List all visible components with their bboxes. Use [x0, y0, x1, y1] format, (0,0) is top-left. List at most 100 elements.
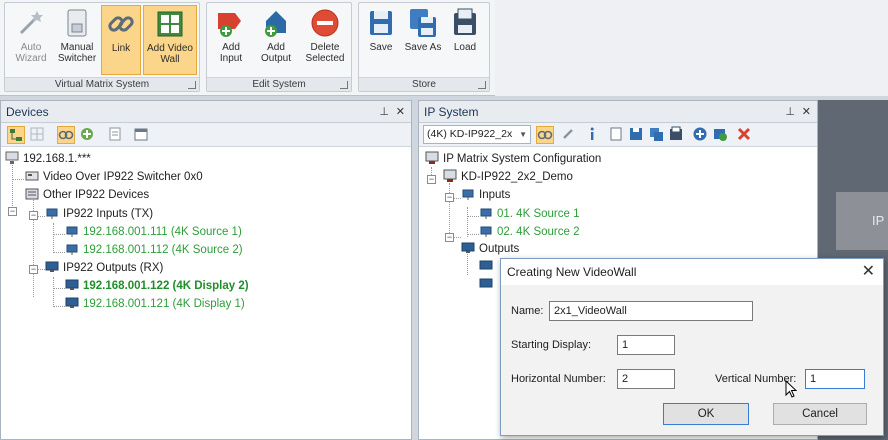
- page-icon[interactable]: [608, 126, 626, 144]
- document-icon[interactable]: [107, 126, 125, 144]
- link-system-icon[interactable]: [536, 126, 554, 144]
- output-device-icon: [479, 259, 493, 273]
- tree-item-outputs-rx[interactable]: IP922 Outputs (RX): [45, 260, 163, 277]
- cancel-button[interactable]: Cancel: [773, 403, 867, 425]
- tree-item-matrix-config[interactable]: IP Matrix System Configuration: [425, 151, 601, 168]
- input-device-icon: [65, 224, 79, 238]
- expander-inputs[interactable]: −: [29, 211, 38, 220]
- load-button[interactable]: Load: [445, 5, 485, 75]
- tree-item-source-1[interactable]: 192.168.001.111 (4K Source 1): [65, 224, 242, 241]
- starting-display-input[interactable]: 1: [617, 335, 675, 355]
- link-button[interactable]: Link: [101, 5, 141, 75]
- ok-button[interactable]: OK: [663, 403, 749, 425]
- expander-other-devices[interactable]: −: [8, 207, 17, 216]
- tree-item-label: 192.168.001.122 (4K Display 2): [83, 280, 249, 292]
- grid-view-icon[interactable]: [29, 126, 47, 144]
- ip-system-panel-title: IP System ⊥ ✕: [419, 101, 817, 123]
- name-label: Name:: [511, 305, 544, 317]
- matrix-config-icon: [425, 151, 439, 165]
- device-add-icon[interactable]: [79, 126, 97, 144]
- load-label: Load: [453, 42, 477, 53]
- starting-display-label: Starting Display:: [511, 339, 592, 351]
- load-small-icon[interactable]: [668, 126, 686, 144]
- expander-ip-outputs[interactable]: −: [445, 233, 454, 242]
- tree-item-ip-source-2[interactable]: 02. 4K Source 2: [479, 224, 579, 241]
- add-input-button[interactable]: Add Input: [211, 5, 251, 75]
- tree-item-ip-output-hidden-1[interactable]: [479, 259, 497, 276]
- delete-x-icon[interactable]: [736, 126, 754, 144]
- tree-item-switcher[interactable]: Video Over IP922 Switcher 0x0: [25, 169, 203, 186]
- ip-system-title-text: IP System: [424, 105, 479, 119]
- output-device-icon: [65, 296, 79, 310]
- link-label: Link: [111, 43, 131, 54]
- add-input-label: Add Input: [219, 42, 243, 64]
- ribbon: Auto Wizard Manual Switcher Link Add Vid…: [0, 0, 888, 96]
- delete-selected-button[interactable]: Delete Selected: [301, 5, 349, 75]
- group-launcher-icon[interactable]: [188, 81, 196, 89]
- add-video-wall-button[interactable]: Add Video Wall: [143, 5, 197, 75]
- expander-ip-inputs[interactable]: −: [445, 193, 454, 202]
- horizontal-number-input[interactable]: 2: [617, 369, 675, 389]
- devices-panel-title: Devices ⊥ ✕: [1, 101, 411, 123]
- add-circle-icon[interactable]: [692, 126, 710, 144]
- dialog-title-bar: Creating New VideoWall ✕: [501, 259, 883, 285]
- close-icon[interactable]: ✕: [862, 259, 875, 285]
- manual-switcher-button[interactable]: Manual Switcher: [55, 5, 99, 75]
- system-select[interactable]: (4K) KD-IP922_2x ▼: [423, 125, 531, 144]
- expander-outputs[interactable]: −: [29, 265, 38, 274]
- vertical-number-input[interactable]: 1: [805, 369, 865, 389]
- tree-item-ip-output-hidden-2[interactable]: [479, 277, 497, 294]
- devices-toolbar: [1, 123, 411, 147]
- ribbon-group-label: Virtual Matrix System: [5, 77, 199, 91]
- copy-icon[interactable]: [648, 126, 666, 144]
- expander-system[interactable]: −: [427, 175, 436, 184]
- tree-item-ip-source-1[interactable]: 01. 4K Source 1: [479, 206, 579, 223]
- tree-item-demo-system[interactable]: KD-IP922_2x2_Demo: [443, 169, 573, 186]
- pin-icon[interactable]: ⊥: [785, 101, 795, 123]
- name-input[interactable]: 2x1_VideoWall: [549, 301, 753, 321]
- close-icon[interactable]: ✕: [396, 101, 405, 123]
- add-output-label: Add Output: [260, 42, 292, 64]
- link-devices-icon[interactable]: [57, 126, 75, 144]
- tree-item-ip-outputs[interactable]: Outputs: [461, 241, 519, 258]
- save-as-button[interactable]: Save As: [403, 5, 443, 75]
- close-icon[interactable]: ✕: [802, 101, 811, 123]
- add-output-button[interactable]: Add Output: [255, 5, 297, 75]
- tree-item-ip-root[interactable]: 192.168.1.***: [5, 151, 91, 168]
- ribbon-group-store: Save Save As Load Store: [358, 2, 490, 92]
- save-label: Save: [369, 42, 393, 53]
- save-as-label: Save As: [404, 42, 442, 53]
- tree-item-source-2[interactable]: 192.168.001.112 (4K Source 2): [65, 242, 243, 259]
- preview-tile: IP: [836, 192, 888, 250]
- tree-item-display-2[interactable]: 192.168.001.122 (4K Display 2): [65, 278, 249, 295]
- tree-item-inputs-tx[interactable]: IP922 Inputs (TX): [45, 206, 153, 223]
- devices-panel: Devices ⊥ ✕ − − − 192.168.1.*** Video Ov…: [0, 100, 412, 440]
- tree-item-label: IP Matrix System Configuration: [443, 153, 602, 165]
- output-device-icon: [65, 278, 79, 292]
- input-device-icon: [479, 224, 493, 238]
- pin-icon[interactable]: ⊥: [379, 101, 389, 123]
- video-wall-icon: [154, 8, 186, 40]
- tree-view-icon[interactable]: [7, 126, 25, 144]
- add-output-small-icon[interactable]: [712, 126, 730, 144]
- save-as-icon: [407, 7, 439, 39]
- output-device-icon: [45, 260, 59, 274]
- info-icon[interactable]: [584, 126, 602, 144]
- link-icon: [105, 8, 137, 40]
- save-small-icon[interactable]: [628, 126, 646, 144]
- tree-item-display-1[interactable]: 192.168.001.121 (4K Display 1): [65, 296, 245, 313]
- auto-wizard-button[interactable]: Auto Wizard: [9, 5, 53, 75]
- group-launcher-icon[interactable]: [340, 81, 348, 89]
- calendar-icon[interactable]: [133, 126, 151, 144]
- tree-item-ip-inputs[interactable]: Inputs: [461, 187, 510, 204]
- delete-icon: [309, 7, 341, 39]
- manual-switcher-label: Manual Switcher: [57, 42, 97, 64]
- tree-item-label: Other IP922 Devices: [43, 189, 150, 201]
- save-button[interactable]: Save: [361, 5, 401, 75]
- load-icon: [449, 7, 481, 39]
- chain-icon[interactable]: [560, 126, 578, 144]
- group-launcher-icon[interactable]: [478, 81, 486, 89]
- input-device-icon: [65, 242, 79, 256]
- dialog-title: Creating New VideoWall: [507, 265, 637, 279]
- tree-item-other-devices[interactable]: Other IP922 Devices: [25, 187, 149, 204]
